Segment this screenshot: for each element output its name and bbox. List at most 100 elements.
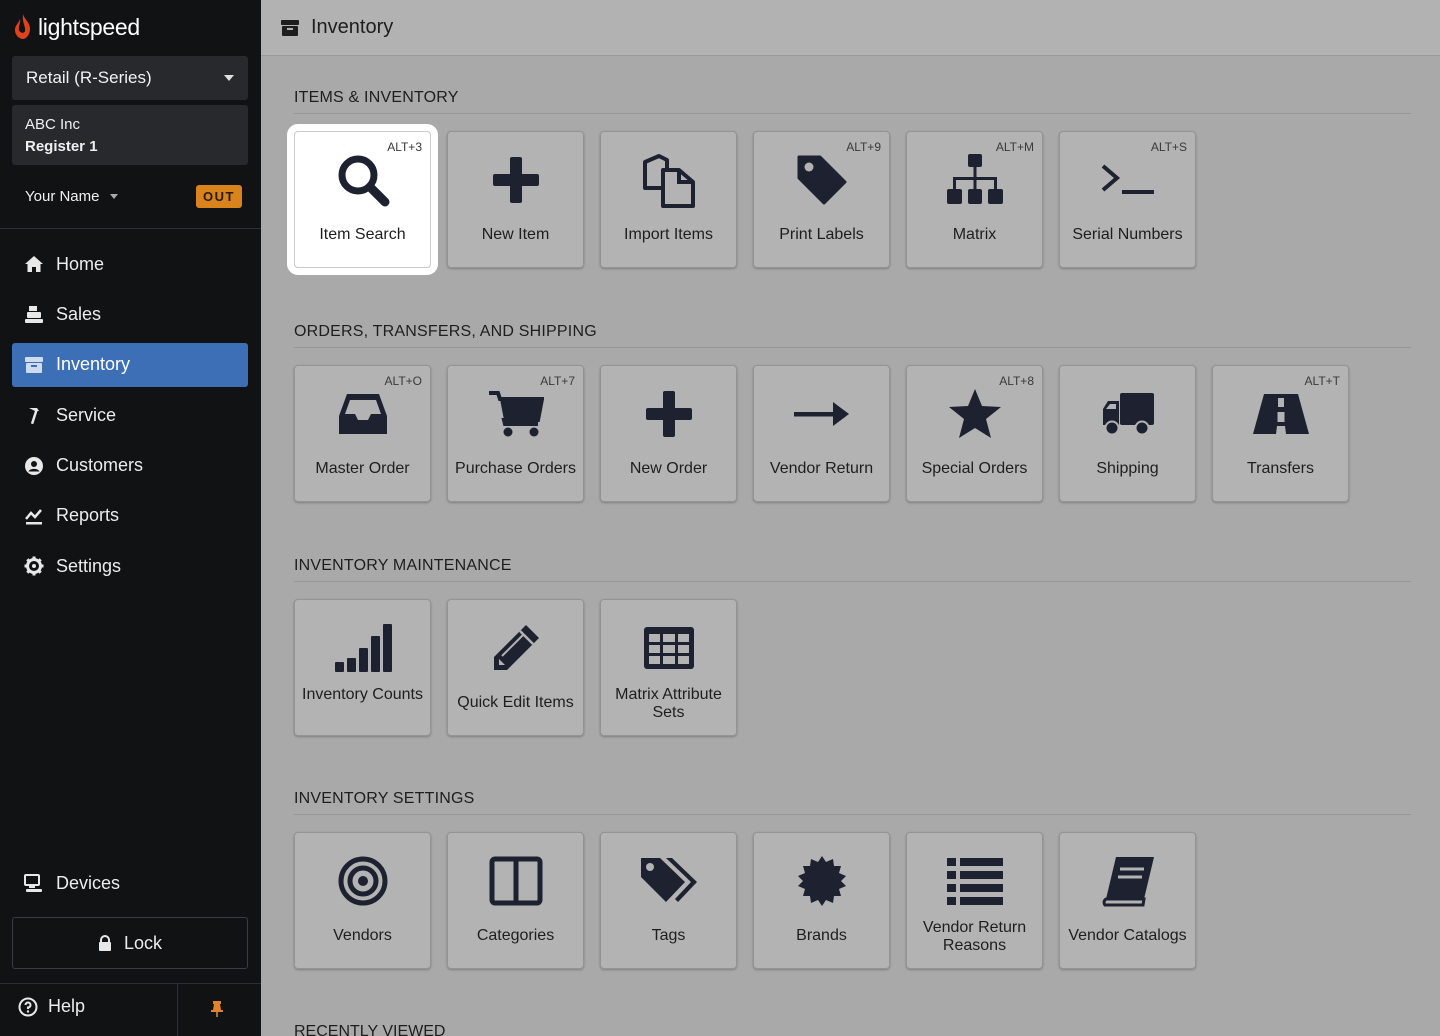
- sidebar-item-devices[interactable]: Devices: [24, 866, 120, 900]
- clock-out-button[interactable]: OUT: [196, 184, 242, 208]
- tile-matrix[interactable]: ALT+M Matrix: [906, 131, 1043, 268]
- tile-transfers[interactable]: ALT+T Transfers: [1212, 365, 1349, 502]
- tile-vendor-catalogs[interactable]: Vendor Catalogs: [1059, 832, 1196, 969]
- sidebar-divider: [0, 228, 261, 229]
- tile-label: New Order: [629, 460, 708, 477]
- tile-shipping[interactable]: Shipping: [1059, 365, 1196, 502]
- tile-categories[interactable]: Categories: [447, 832, 584, 969]
- main-content: ITEMS & INVENTORY ALT+3 Item Search New …: [261, 57, 1440, 1036]
- sidebar-item-sales[interactable]: Sales: [12, 292, 248, 336]
- user-menu[interactable]: Your Name: [25, 188, 118, 205]
- help-label: Help: [48, 996, 86, 1016]
- sidebar-item-reports[interactable]: Reports: [12, 494, 248, 538]
- tile-new-order[interactable]: New Order: [600, 365, 737, 502]
- sidebar-item-service[interactable]: Service: [12, 393, 248, 437]
- tile-new-item[interactable]: New Item: [447, 131, 584, 268]
- terminal-icon: [1060, 152, 1195, 208]
- tile-label: Matrix Attribute Sets: [615, 686, 722, 721]
- question-circle-icon: [18, 997, 38, 1016]
- target-icon: [295, 853, 430, 909]
- brand-name: lightspeed: [38, 13, 140, 40]
- lock-label: Lock: [123, 932, 163, 953]
- gear-icon: [24, 556, 44, 576]
- tile-tags[interactable]: Tags: [600, 832, 737, 969]
- sidebar-item-settings[interactable]: Settings: [12, 544, 248, 588]
- tile-vendor-return[interactable]: Vendor Return: [753, 365, 890, 502]
- tile-vendors[interactable]: Vendors: [294, 832, 431, 969]
- help-button[interactable]: Help: [18, 996, 85, 1017]
- tile-label: Vendors: [333, 927, 392, 944]
- tile-label: Tags: [651, 927, 686, 944]
- user-row: Your Name OUT: [12, 180, 248, 212]
- tile-label: Vendor Return: [769, 460, 874, 477]
- certificate-icon: [754, 853, 889, 909]
- tile-label: Inventory Counts: [302, 686, 423, 703]
- register-icon: [24, 304, 44, 324]
- tile-serial-numbers[interactable]: ALT+S Serial Numbers: [1059, 131, 1196, 268]
- sidebar-item-home[interactable]: Home: [12, 242, 248, 286]
- tile-label: Categories: [476, 927, 555, 944]
- tags-icon: [601, 853, 736, 909]
- lock-icon: [98, 934, 111, 951]
- lightspeed-logo[interactable]: lightspeed: [12, 12, 140, 42]
- section-title-maintenance: INVENTORY MAINTENANCE: [294, 557, 512, 574]
- sidebar-item-label: Settings: [56, 555, 122, 576]
- sidebar-item-label: Sales: [56, 303, 102, 324]
- shop-register-box[interactable]: ABC Inc Register 1: [12, 105, 248, 165]
- section-title-orders: ORDERS, TRANSFERS, AND SHIPPING: [294, 323, 597, 340]
- tile-label: Matrix: [952, 226, 997, 243]
- signal-icon: [295, 620, 430, 676]
- star-icon: [907, 386, 1042, 442]
- tag-icon: [754, 152, 889, 208]
- flame-logo-icon: [15, 14, 30, 39]
- section-title-recently-viewed: RECENTLY VIEWED: [294, 1023, 446, 1036]
- pencil-icon: [448, 620, 583, 676]
- section-divider: [294, 113, 1411, 114]
- sidebar: lightspeed Retail (R-Series) ABC Inc Reg…: [0, 0, 261, 1036]
- sidebar-item-label: Inventory: [56, 354, 131, 375]
- tile-brands[interactable]: Brands: [753, 832, 890, 969]
- product-select[interactable]: Retail (R-Series): [12, 56, 248, 100]
- plus-icon: [601, 386, 736, 442]
- page-header: Inventory: [261, 0, 1440, 56]
- tile-matrix-attribute-sets[interactable]: Matrix Attribute Sets: [600, 599, 737, 736]
- tile-label: Import Items: [624, 226, 713, 243]
- list-icon: [907, 853, 1042, 909]
- sidebar-footer: Help: [0, 983, 261, 1036]
- chart-icon: [24, 506, 44, 526]
- section-divider: [294, 347, 1411, 348]
- search-icon: [295, 152, 430, 208]
- tile-import-items[interactable]: Import Items: [600, 131, 737, 268]
- tile-print-labels[interactable]: ALT+9 Print Labels: [753, 131, 890, 268]
- inbox-icon: [295, 386, 430, 442]
- sidebar-item-inventory[interactable]: Inventory: [12, 342, 248, 387]
- columns-icon: [448, 853, 583, 909]
- tile-label: Print Labels: [779, 226, 864, 243]
- tile-purchase-orders[interactable]: ALT+7 Purchase Orders: [447, 365, 584, 502]
- tile-label: Vendor Return Reasons: [922, 919, 1027, 954]
- tile-master-order[interactable]: ALT+O Master Order: [294, 365, 431, 502]
- sidebar-item-label: Customers: [56, 455, 144, 476]
- plus-icon: [448, 152, 583, 208]
- footer-separator: [177, 984, 178, 1036]
- pin-sidebar-button[interactable]: [210, 1000, 224, 1023]
- section-divider: [294, 814, 1411, 815]
- lock-button[interactable]: Lock: [12, 917, 248, 969]
- hammer-icon: [24, 405, 44, 425]
- tile-inventory-counts[interactable]: Inventory Counts: [294, 599, 431, 736]
- tile-label: Brands: [796, 927, 847, 944]
- page-title: Inventory: [311, 16, 394, 38]
- sidebar-item-label: Home: [56, 253, 105, 274]
- tile-label: Serial Numbers: [1072, 226, 1183, 243]
- copy-icon: [601, 152, 736, 208]
- sidebar-item-customers[interactable]: Customers: [12, 444, 248, 488]
- tile-special-orders[interactable]: ALT+8 Special Orders: [906, 365, 1043, 502]
- devices-icon: [24, 873, 44, 893]
- tile-item-search[interactable]: ALT+3 Item Search: [287, 124, 438, 275]
- truck-icon: [1060, 386, 1195, 442]
- chevron-down-icon: [109, 193, 118, 199]
- register-name: Register 1: [25, 138, 98, 155]
- tile-quick-edit-items[interactable]: Quick Edit Items: [447, 599, 584, 736]
- tile-vendor-return-reasons[interactable]: Vendor Return Reasons: [906, 832, 1043, 969]
- cart-icon: [448, 386, 583, 442]
